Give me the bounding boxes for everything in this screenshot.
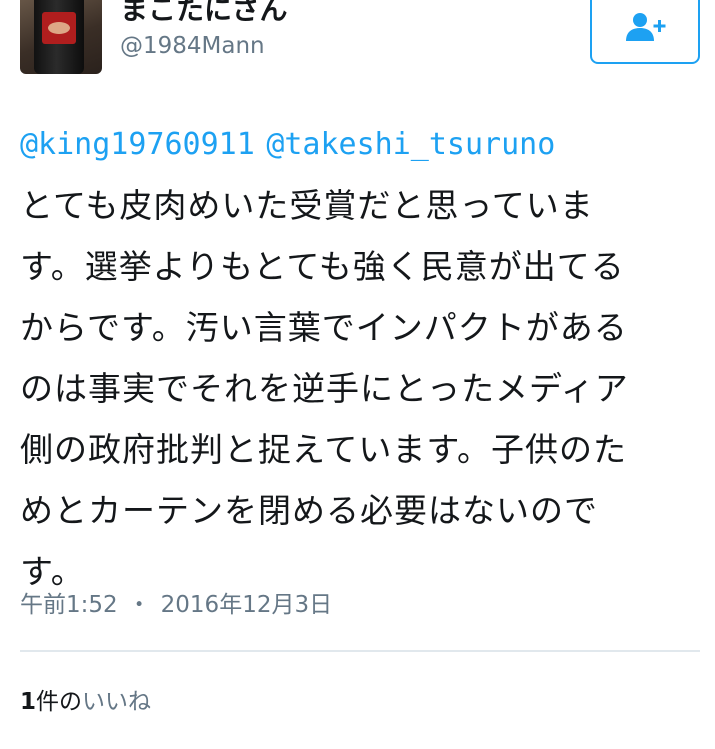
divider xyxy=(20,650,700,652)
follow-button[interactable] xyxy=(590,0,700,64)
tweet-line: のは事実でそれを逆手にとったメディア xyxy=(20,369,629,408)
likes-count-unit: 件の xyxy=(36,689,83,715)
tweet-time: 午前1:52 xyxy=(20,592,118,618)
tweet-line: めとカーテンを閉める必要はないので xyxy=(20,491,598,530)
meta-separator: ・ xyxy=(127,592,151,618)
user-handle[interactable]: @1984Mann xyxy=(120,33,265,59)
add-user-icon xyxy=(626,13,666,41)
tweet-timestamp[interactable]: 午前1:52 ・ 2016年12月3日 xyxy=(20,585,332,619)
likes-summary[interactable]: 1件のいいね xyxy=(20,682,151,716)
mention-link[interactable]: @takeshi_tsuruno xyxy=(266,127,555,162)
display-name[interactable]: まこたにさん xyxy=(120,0,287,28)
mention-link[interactable]: @king19760911 xyxy=(20,127,255,162)
likes-count: 1 xyxy=(20,689,37,715)
tweet-line: す。選挙よりもとても強く民意が出てる xyxy=(20,247,625,286)
mention-line: @king19760911 @takeshi_tsuruno xyxy=(20,112,700,175)
tweet-line: 側の政府批判と捉えています。子供のた xyxy=(20,430,628,469)
likes-label: いいね xyxy=(82,689,152,715)
avatar-label-image xyxy=(42,12,76,44)
tweet-text: @king19760911 @takeshi_tsuruno とても皮肉めいた受… xyxy=(20,112,700,602)
tweet-date: 2016年12月3日 xyxy=(160,592,333,618)
tweet-line: とても皮肉めいた受賞だと思っていま xyxy=(20,186,594,225)
tweet-line: からです。汚い言葉でインパクトがある xyxy=(20,308,628,347)
avatar[interactable] xyxy=(20,0,102,74)
